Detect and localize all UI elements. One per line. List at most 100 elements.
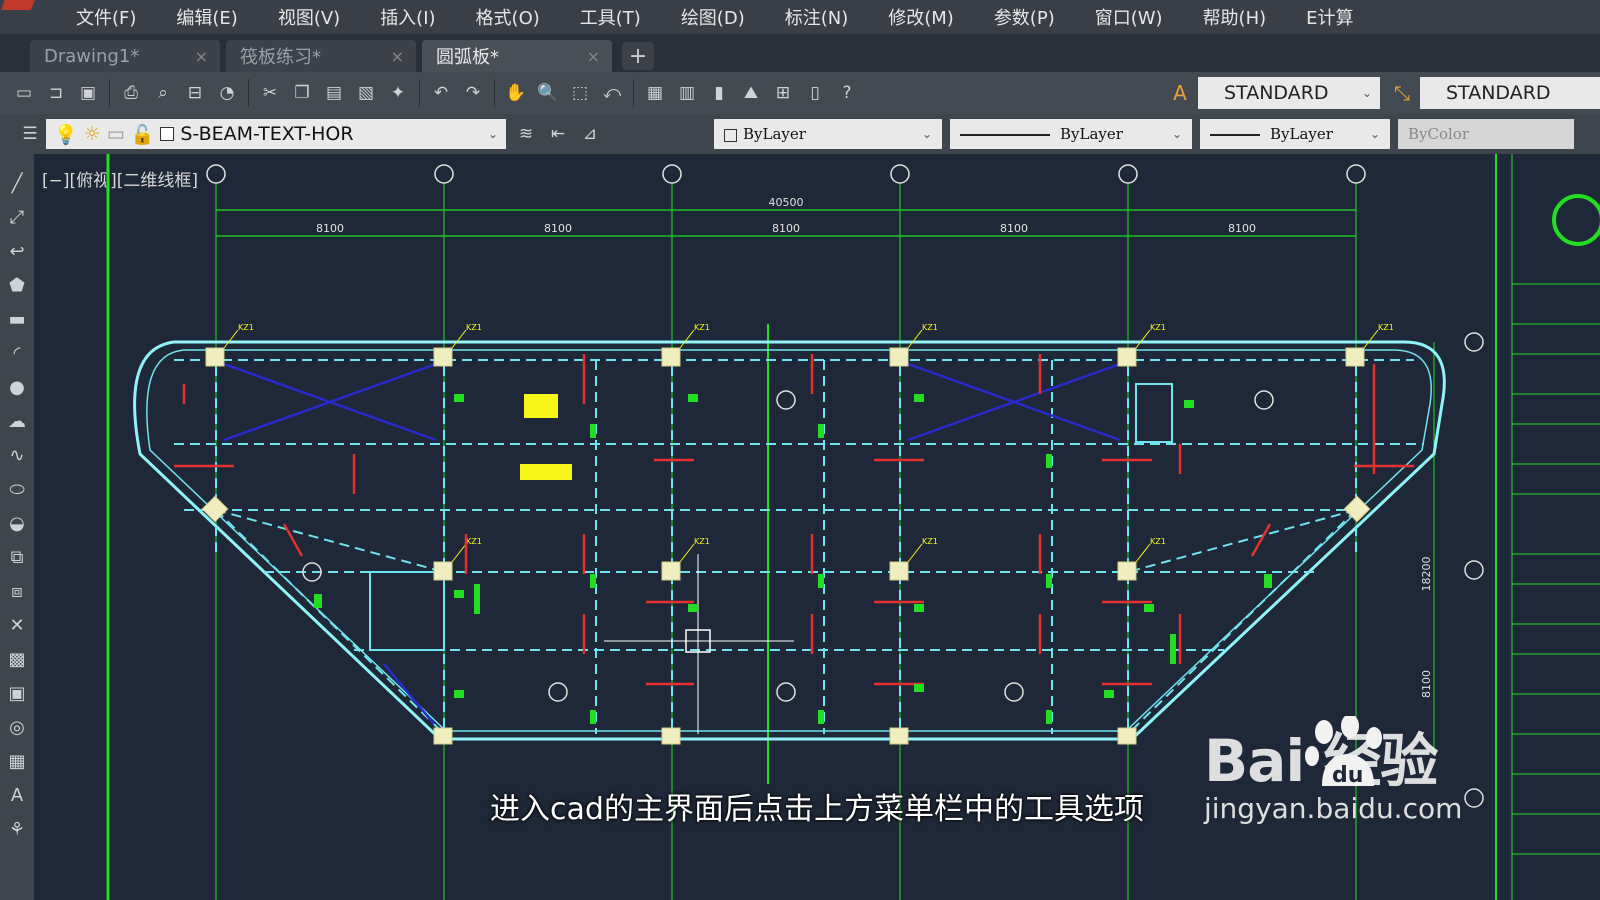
undo-icon[interactable]: ↶: [429, 81, 453, 105]
column-labels: KZ1 KZ1 KZ1 KZ1 KZ1 KZ1 KZ1 KZ1 KZ1 KZ1: [238, 323, 1394, 546]
insert-block-icon[interactable]: ⧉: [4, 544, 30, 570]
help-icon[interactable]: ?: [835, 81, 859, 105]
zoom-window-icon[interactable]: ⬚: [568, 81, 592, 105]
cut-icon[interactable]: ✂: [258, 81, 282, 105]
close-icon[interactable]: ×: [391, 47, 404, 66]
layer-name: S-BEAM-TEXT-HOR: [180, 123, 354, 145]
slab-inner-outline: [146, 349, 1432, 732]
layer-states-icon[interactable]: ⊿: [578, 122, 602, 146]
menu-item-3[interactable]: 插入(I): [360, 4, 455, 30]
publish-icon[interactable]: ◔: [215, 81, 239, 105]
ellipse-icon[interactable]: ⬭: [4, 476, 30, 502]
tool-palettes-icon[interactable]: ▮: [707, 81, 731, 105]
viewport-freeze-icon[interactable]: ▭: [107, 123, 125, 145]
arc-icon[interactable]: ◜: [4, 340, 30, 366]
close-icon[interactable]: ×: [195, 47, 208, 66]
plotstyle-dropdown[interactable]: ByColor: [1398, 119, 1574, 149]
menu-item-5[interactable]: 工具(T): [560, 4, 661, 30]
sheet-set-icon[interactable]: ⛰: [739, 81, 763, 105]
polyline-icon[interactable]: ↩: [4, 238, 30, 264]
lightbulb-icon[interactable]: 💡: [54, 123, 78, 146]
linetype-dropdown[interactable]: ByLayer ⌄: [950, 119, 1192, 149]
open-file-icon[interactable]: ⊐: [44, 81, 68, 105]
zoom-previous-icon[interactable]: ⤺: [600, 81, 624, 105]
revision-cloud-icon[interactable]: ☁: [4, 408, 30, 434]
app-logo[interactable]: [0, 0, 56, 34]
sun-icon[interactable]: ☼: [84, 123, 101, 145]
menu-item-6[interactable]: 绘图(D): [661, 4, 765, 30]
circle-icon[interactable]: ●: [4, 374, 30, 400]
autocad-logo-icon: [1, 0, 37, 10]
column-leaders: [223, 329, 1379, 563]
dim-style-icon[interactable]: ⤡: [1384, 76, 1420, 110]
lineweight-dropdown[interactable]: ByLayer ⌄: [1200, 119, 1390, 149]
polygon-icon[interactable]: ⬟: [4, 272, 30, 298]
menu-item-1[interactable]: 编辑(E): [156, 4, 257, 30]
text-style-icon[interactable]: A: [1162, 76, 1198, 110]
plot-icon[interactable]: ⊟: [183, 81, 207, 105]
color-dropdown[interactable]: ByLayer ⌄: [714, 119, 942, 149]
menu-item-9[interactable]: 参数(P): [974, 4, 1075, 30]
svg-text:8100: 8100: [1228, 222, 1256, 235]
table-icon[interactable]: ▦: [4, 748, 30, 774]
draw-toolbar: ╱ ⤢ ↩ ⬟ ▬ ◜ ● ☁ ∿ ⬭ ◒ ⧉ ⧈ ✕ ▩ ▣ ◎ ▦ A ⚘: [0, 154, 34, 900]
menu-item-12[interactable]: E计算: [1286, 4, 1373, 30]
right-dim-text-2: 8100: [1420, 670, 1433, 698]
paste-icon[interactable]: ▤: [322, 81, 346, 105]
multiline-text-icon[interactable]: A: [4, 782, 30, 808]
pan-icon[interactable]: ✋: [504, 81, 528, 105]
layer-previous-icon[interactable]: ⇤: [546, 122, 570, 146]
menu-item-2[interactable]: 视图(V): [258, 4, 360, 30]
design-center-icon[interactable]: ▥: [675, 81, 699, 105]
color-swatch: [724, 128, 737, 142]
text-style-dropdown[interactable]: STANDARD ⌄: [1198, 77, 1380, 109]
lock-icon[interactable]: 🔓: [131, 123, 155, 146]
properties-icon[interactable]: ▦: [643, 81, 667, 105]
menu-item-7[interactable]: 标注(N): [765, 4, 869, 30]
drawing-canvas[interactable]: [−][俯视][二维线框] 40500 8100 8100 8100 8100 …: [34, 154, 1600, 900]
ellipse-arc-icon[interactable]: ◒: [4, 510, 30, 536]
text-style-value: STANDARD: [1224, 82, 1329, 104]
hatch-icon[interactable]: ▩: [4, 646, 30, 672]
tab-label: 筏板练习*: [240, 47, 321, 68]
gradient-icon[interactable]: ▣: [4, 680, 30, 706]
point-icon[interactable]: ✕: [4, 612, 30, 638]
add-selected-icon[interactable]: ⚘: [4, 816, 30, 842]
spline-icon[interactable]: ∿: [4, 442, 30, 468]
menu-item-8[interactable]: 修改(M): [868, 4, 974, 30]
new-file-icon[interactable]: ▭: [12, 81, 36, 105]
menu-item-4[interactable]: 格式(O): [456, 4, 560, 30]
make-current-layer-icon[interactable]: ≋: [514, 122, 538, 146]
document-tab[interactable]: 筏板练习* ×: [226, 40, 416, 72]
line-icon[interactable]: ╱: [4, 170, 30, 196]
print-preview-icon[interactable]: ⌕: [151, 81, 175, 105]
match-properties-icon[interactable]: ▧: [354, 81, 378, 105]
markup-icon[interactable]: ⊞: [771, 81, 795, 105]
construction-line-icon[interactable]: ⤢: [4, 204, 30, 230]
svg-text:KZ1: KZ1: [1150, 537, 1166, 546]
zoom-realtime-icon[interactable]: 🔍: [536, 81, 560, 105]
rectangle-icon[interactable]: ▬: [4, 306, 30, 332]
menu-item-0[interactable]: 文件(F): [56, 4, 156, 30]
opening-rect: [369, 571, 445, 651]
close-icon[interactable]: ×: [587, 47, 600, 66]
layer-dropdown[interactable]: 💡 ☼ ▭ 🔓 S-BEAM-TEXT-HOR ⌄: [46, 119, 506, 149]
document-tab[interactable]: 圆弧板* ×: [422, 40, 612, 72]
span-dim-texts: 8100 8100 8100 8100 8100: [316, 222, 1256, 235]
menu-item-11[interactable]: 帮助(H): [1183, 4, 1287, 30]
dim-style-dropdown[interactable]: STANDARD: [1420, 77, 1600, 109]
redo-icon[interactable]: ↷: [461, 81, 485, 105]
menu-item-10[interactable]: 窗口(W): [1075, 4, 1183, 30]
block-editor-icon[interactable]: ✦: [386, 81, 410, 105]
chevron-down-icon: ⌄: [487, 127, 498, 141]
make-block-icon[interactable]: ⧈: [4, 578, 30, 604]
save-icon[interactable]: ▣: [76, 81, 100, 105]
layer-manager-icon[interactable]: ☰: [18, 122, 42, 146]
new-tab-button[interactable]: +: [622, 42, 654, 70]
calculator-icon[interactable]: ▯: [803, 81, 827, 105]
region-icon[interactable]: ◎: [4, 714, 30, 740]
document-tabs: Drawing1* × 筏板练习* × 圆弧板* × +: [0, 34, 1600, 72]
copy-icon[interactable]: ❐: [290, 81, 314, 105]
print-icon[interactable]: ⎙: [119, 81, 143, 105]
document-tab[interactable]: Drawing1* ×: [30, 40, 220, 72]
